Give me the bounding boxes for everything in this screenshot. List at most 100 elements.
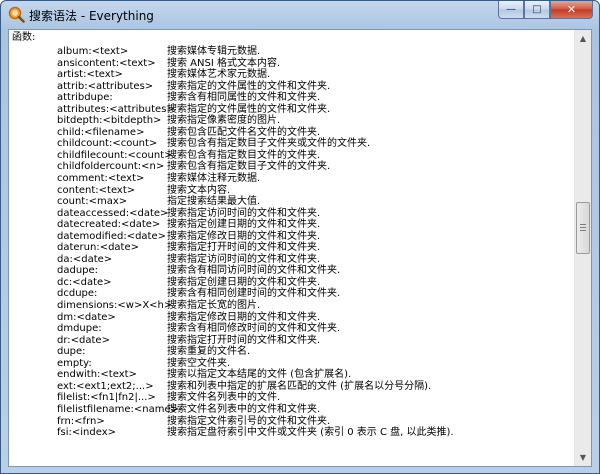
function-name: dc:<date>: [57, 276, 112, 288]
function-name: dupe:: [57, 346, 86, 358]
function-name: ansicontent:<text>: [57, 57, 156, 69]
function-name: endwith:<text>: [57, 369, 137, 381]
function-name: artist:<text>: [57, 69, 123, 81]
function-name: album:<text>: [57, 46, 129, 57]
function-description: 搜索媒体艺术家元数据.: [167, 69, 271, 81]
function-description: 搜索指定文件索引号的文件和文件夹.: [167, 415, 331, 427]
function-name: attributes:<attributes>: [57, 103, 175, 115]
function-name: filelistfilename:<name>: [57, 403, 179, 415]
function-name: child:<filename>: [57, 126, 145, 138]
function-name: dcdupe:: [57, 288, 98, 300]
function-description: 搜索含有相同创建时间的文件和文件夹.: [167, 288, 341, 300]
function-row: datecreated:<date> 搜索指定创建日期的文件和文件夹.: [12, 219, 575, 231]
window-title: 搜索语法 - Everything: [29, 9, 154, 23]
function-description: 搜索和列表中指定的扩展名匹配的文件 (扩展名以分号分隔).: [167, 380, 432, 392]
function-row: dateaccessed:<date> 搜索指定访问时间的文件和文件夹.: [12, 208, 575, 220]
function-row: attribdupe: 搜索含有相同属性的文件和文件夹.: [12, 92, 575, 104]
minimize-icon: —: [506, 4, 516, 15]
function-name: empty:: [57, 357, 92, 369]
syntax-content: 函数: album:<text> 搜索媒体专辑元数据. ansicontent:<t…: [9, 30, 575, 466]
function-row: dm:<date> 搜索指定修改日期的文件和文件夹.: [12, 312, 575, 324]
function-row: childcount:<count> 搜索包含有指定数目子文件夹或文件的文件夹.: [12, 138, 575, 150]
function-row: album:<text> 搜索媒体专辑元数据.: [12, 46, 575, 58]
syntax-text-area[interactable]: 函数: album:<text> 搜索媒体专辑元数据. ansicontent:<t…: [8, 29, 592, 467]
function-row: da:<date> 搜索指定访问时间的文件和文件夹.: [12, 254, 575, 266]
function-name: comment:<text>: [57, 173, 145, 185]
function-name: filelist:<fn1|fn2|...>: [57, 392, 156, 404]
function-name: childcount:<count>: [57, 138, 158, 150]
function-name: daterun:<date>: [57, 242, 140, 254]
function-description: 搜索空文件夹.: [167, 357, 231, 369]
function-row: attrib:<attributes> 搜索指定的文件属性的文件和文件夹.: [12, 81, 575, 93]
arrow-down-icon: ▼: [579, 453, 587, 462]
function-description: 搜索指定长宽的图片.: [167, 300, 261, 312]
function-description: 搜索 ANSI 格式文本内容.: [167, 57, 281, 69]
function-row: frn:<frn> 搜索指定文件索引号的文件和文件夹.: [12, 416, 575, 428]
function-row: content:<text> 搜索文本内容.: [12, 185, 575, 197]
function-description: 搜索指定修改日期的文件和文件夹.: [167, 311, 321, 323]
function-description: 搜索含有相同属性的文件和文件夹.: [167, 92, 321, 104]
function-name: childfoldercount:<n>: [57, 161, 165, 173]
close-button[interactable]: ✕: [550, 1, 593, 19]
function-description: 搜索含有相同访问时间的文件和文件夹.: [167, 265, 341, 277]
minimize-button[interactable]: —: [498, 1, 524, 19]
function-description: 搜索指定修改日期的文件和文件夹.: [167, 230, 321, 242]
maximize-button[interactable]: □: [524, 1, 550, 19]
function-description: 搜索指定的文件属性的文件和文件夹.: [167, 80, 331, 92]
caption-buttons: — □ ✕: [498, 1, 593, 19]
function-name: attrib:<attributes>: [57, 80, 154, 92]
function-name: da:<date>: [57, 253, 113, 265]
function-row: comment:<text> 搜索媒体注释元数据.: [12, 173, 575, 185]
function-name: ext:<ext1;ext2;...>: [57, 380, 154, 392]
grip-line: [580, 224, 586, 225]
function-row: childfoldercount:<n> 搜索包含有指定数目子文件的文件夹.: [12, 161, 575, 173]
help-window: 搜索语法 - Everything — □ ✕ 函数: album:<text>…: [0, 0, 600, 474]
function-description: 搜索包含有指定数目子文件夹或文件的文件夹.: [167, 138, 371, 150]
function-description: 搜索指定打开时间的文件和文件夹.: [167, 242, 321, 254]
scroll-down-button[interactable]: ▼: [575, 449, 591, 466]
function-description: 搜索指定访问时间的文件和文件夹.: [167, 207, 321, 219]
scroll-up-button[interactable]: ▲: [575, 30, 591, 47]
function-description: 搜索媒体注释元数据.: [167, 173, 261, 185]
function-row: fsi:<index> 搜索指定盘符索引中文件或文件夹 (索引 0 表示 C 盘,…: [12, 427, 575, 439]
function-row: childfilecount:<count> 搜索包含有指定数目文件的文件夹.: [12, 150, 575, 162]
function-row: dmdupe: 搜索含有相同修改时间的文件和文件夹.: [12, 323, 575, 335]
function-row: artist:<text> 搜索媒体艺术家元数据.: [12, 69, 575, 81]
function-row: dupe: 搜索重复的文件名.: [12, 346, 575, 358]
function-row: dr:<date> 搜索指定打开时间的文件和文件夹.: [12, 335, 575, 347]
function-row: dadupe: 搜索含有相同访问时间的文件和文件夹.: [12, 265, 575, 277]
function-description: 搜索包含有指定数目子文件的文件夹.: [167, 161, 331, 173]
function-description: 指定搜索结果最大值.: [167, 196, 261, 208]
function-name: frn:<frn>: [57, 415, 105, 427]
function-row: empty: 搜索空文件夹.: [12, 358, 575, 370]
title-bar[interactable]: 搜索语法 - Everything — □ ✕: [1, 1, 599, 29]
function-name: dr:<date>: [57, 334, 110, 346]
function-name: attribdupe:: [57, 92, 113, 104]
function-description: 搜索指定创建日期的文件和文件夹.: [167, 276, 321, 288]
function-description: 搜索指定的文件属性的文件和文件夹.: [167, 103, 331, 115]
vertical-scrollbar[interactable]: ▲ ▼: [574, 30, 591, 466]
function-description: 搜索文件名列表中的文件和文件夹.: [167, 403, 321, 415]
function-description: 搜索以指定文本结尾的文件 (包含扩展名).: [167, 369, 352, 381]
function-name: dmdupe:: [57, 323, 102, 335]
everything-search-icon: [8, 6, 25, 23]
function-description: 搜索指定打开时间的文件和文件夹.: [167, 334, 321, 346]
scroll-thumb[interactable]: [576, 202, 590, 254]
function-description: 搜索包含有指定数目文件的文件夹.: [167, 149, 321, 161]
function-name: datecreated:<date>: [57, 219, 161, 231]
grip-line: [580, 230, 586, 231]
function-name: count:<max>: [57, 196, 128, 208]
function-description: 搜索媒体专辑元数据.: [167, 46, 261, 57]
function-row: datemodified:<date> 搜索指定修改日期的文件和文件夹.: [12, 231, 575, 243]
function-row: child:<filename> 搜索包含匹配文件名文件的文件夹.: [12, 127, 575, 139]
function-name: dadupe:: [57, 265, 99, 277]
function-row: dimensions:<w>X<h> 搜索指定长宽的图片.: [12, 300, 575, 312]
functions-heading: 函数:: [12, 32, 36, 43]
grip-line: [580, 227, 586, 228]
function-description: 搜索指定创建日期的文件和文件夹.: [167, 219, 321, 231]
function-description: 搜索指定像素密度的图片.: [167, 115, 281, 127]
function-description: 搜索指定访问时间的文件和文件夹.: [167, 253, 321, 265]
function-row: daterun:<date> 搜索指定打开时间的文件和文件夹.: [12, 242, 575, 254]
function-row: endwith:<text> 搜索以指定文本结尾的文件 (包含扩展名).: [12, 369, 575, 381]
function-row: dcdupe: 搜索含有相同创建时间的文件和文件夹.: [12, 288, 575, 300]
